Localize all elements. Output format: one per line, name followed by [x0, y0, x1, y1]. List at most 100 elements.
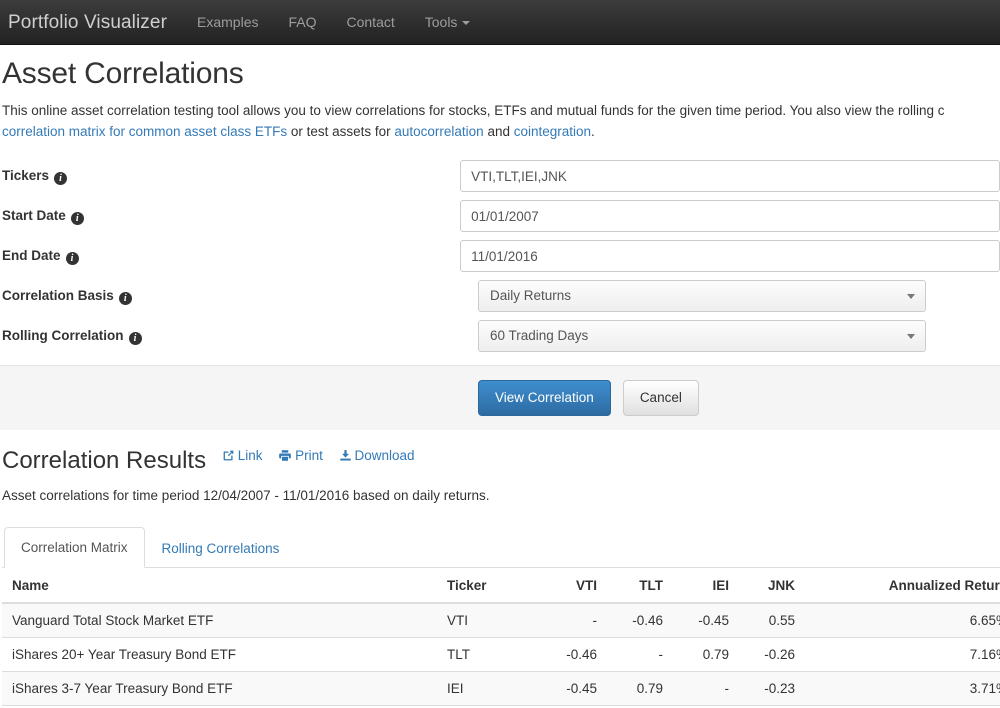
th-name: Name [2, 568, 439, 605]
external-link-icon [223, 450, 234, 461]
cell-jnk: -0.26 [737, 637, 803, 672]
intro-line-2: correlation matrix for common asset clas… [2, 121, 1000, 142]
nav-item-examples-label: Examples [197, 14, 259, 30]
nav-item-faq[interactable]: FAQ [273, 0, 331, 44]
link-cointegration[interactable]: cointegration [514, 124, 591, 139]
correlation-basis-select-wrap: Daily Returns [478, 280, 926, 312]
label-correlation-basis: Correlation Basis i [2, 288, 478, 305]
tab-rolling-correlations[interactable]: Rolling Correlations [145, 528, 297, 568]
results-tools: Link Print Download [222, 442, 427, 463]
rolling-correlation-select[interactable]: 60 Trading Days [478, 320, 926, 352]
cell-vti: -0.45 [539, 671, 605, 706]
table-row: Vanguard Total Stock Market ETF VTI - -0… [2, 602, 1000, 638]
form-row-start-date: Start Date i [0, 196, 1000, 236]
download-action[interactable]: Download [339, 448, 415, 463]
nav-item-examples[interactable]: Examples [182, 0, 273, 44]
cell-iei: - [671, 671, 737, 706]
cancel-button[interactable]: Cancel [622, 379, 699, 417]
form-actions: View Correlation Cancel [0, 365, 1000, 430]
form-row-correlation-basis: Correlation Basis i Daily Returns [0, 276, 1000, 316]
label-tickers-text: Tickers [2, 167, 50, 183]
label-rolling-correlation: Rolling Correlation i [2, 328, 478, 345]
cell-iei: 0.79 [671, 637, 737, 672]
results-tabs: Correlation Matrix Rolling Correlations [2, 527, 1000, 569]
cell-annualized-return: 3.71% [803, 671, 1000, 706]
nav-item-contact-label: Contact [346, 14, 395, 30]
cell-name: Vanguard Total Stock Market ETF [2, 602, 439, 638]
rolling-correlation-select-wrap: 60 Trading Days [478, 320, 926, 352]
table-row: iShares 3-7 Year Treasury Bond ETF IEI -… [2, 671, 1000, 706]
print-action[interactable]: Print [278, 448, 323, 463]
link-action[interactable]: Link [222, 447, 263, 463]
label-end-date-text: End Date [2, 247, 61, 263]
end-date-input[interactable] [460, 240, 1000, 272]
cell-ticker: IEI [439, 671, 539, 706]
th-jnk: JNK [737, 568, 803, 605]
info-icon-end-date[interactable]: i [65, 251, 79, 265]
cell-iei: -0.45 [671, 602, 737, 638]
link-autocorrelation[interactable]: autocorrelation [394, 124, 483, 139]
table-header-row: Name Ticker VTI TLT IEI JNK Annualized R… [2, 568, 1000, 605]
correlation-form: Tickers i Start Date i End Date i Correlati… [0, 156, 1000, 430]
table-body: Vanguard Total Stock Market ETF VTI - -0… [2, 602, 1000, 708]
form-row-end-date: End Date i [0, 236, 1000, 276]
label-rolling-correlation-text: Rolling Correlation [2, 327, 124, 343]
cell-tlt: - [605, 637, 671, 672]
table-row: iShares 20+ Year Treasury Bond ETF TLT -… [2, 637, 1000, 672]
view-correlation-button[interactable]: View Correlation [478, 379, 611, 417]
results-subtitle: Asset correlations for time period 12/04… [2, 488, 490, 504]
page-body: Asset Correlations This online asset cor… [0, 57, 1000, 708]
print-action-label: Print [295, 447, 323, 463]
page-title: Asset Correlations [2, 57, 244, 90]
cell-annualized-return: 7.16% [803, 637, 1000, 672]
brand-logo[interactable]: Portfolio Visualizer [0, 0, 182, 44]
intro-line-1: This online asset correlation testing to… [2, 103, 945, 118]
printer-icon [279, 449, 291, 461]
cell-annualized-return: 6.65% [803, 602, 1000, 638]
download-icon [339, 449, 351, 461]
nav-links: Examples FAQ Contact Tools [182, 0, 485, 44]
intro-text-and: and [483, 124, 514, 139]
info-icon-correlation-basis[interactable]: i [118, 291, 132, 305]
cell-name: iShares 20+ Year Treasury Bond ETF [2, 637, 439, 672]
th-iei: IEI [671, 568, 737, 605]
page-intro: This online asset correlation testing to… [2, 100, 1000, 142]
link-correlation-matrix-etfs[interactable]: correlation matrix for common asset clas… [2, 124, 287, 139]
results-title: Correlation Results [2, 447, 207, 474]
form-row-tickers: Tickers i [0, 156, 1000, 196]
cell-name: iShares 3-7 Year Treasury Bond ETF [2, 671, 439, 706]
cell-ticker: TLT [439, 637, 539, 672]
info-icon-start-date[interactable]: i [70, 211, 84, 225]
table-head: Name Ticker VTI TLT IEI JNK Annualized R… [2, 568, 1000, 605]
th-vti: VTI [539, 568, 605, 605]
label-correlation-basis-text: Correlation Basis [2, 287, 114, 303]
label-start-date: Start Date i [2, 208, 460, 225]
link-action-label: Link [237, 447, 263, 463]
correlation-basis-select[interactable]: Daily Returns [478, 280, 926, 312]
cell-vti: - [539, 602, 605, 638]
cell-jnk: -0.23 [737, 671, 803, 706]
chevron-down-icon [462, 21, 471, 26]
cell-tlt: -0.46 [605, 602, 671, 638]
tickers-input[interactable] [460, 160, 1000, 192]
info-icon-tickers[interactable]: i [54, 171, 68, 185]
top-navbar: Portfolio Visualizer Examples FAQ Contac… [0, 0, 1000, 45]
label-end-date: End Date i [2, 248, 460, 265]
info-icon-rolling-correlation[interactable]: i [128, 331, 142, 345]
th-annualized-return: Annualized Return [803, 568, 1000, 605]
intro-text-period: . [591, 124, 595, 139]
label-tickers: Tickers i [2, 168, 460, 185]
tab-correlation-matrix[interactable]: Correlation Matrix [4, 527, 145, 569]
start-date-input[interactable] [460, 200, 1000, 232]
nav-item-faq-label: FAQ [288, 14, 317, 30]
download-action-label: Download [354, 447, 415, 463]
nav-item-tools[interactable]: Tools [410, 0, 486, 44]
correlation-table: Name Ticker VTI TLT IEI JNK Annualized R… [2, 568, 1000, 708]
cell-jnk: 0.55 [737, 602, 803, 638]
th-tlt: TLT [605, 568, 671, 605]
cell-tlt: 0.79 [605, 671, 671, 706]
label-start-date-text: Start Date [2, 207, 66, 223]
cell-ticker: VTI [439, 602, 539, 638]
results-section: Correlation Results Link Print Download … [0, 430, 1000, 708]
nav-item-contact[interactable]: Contact [332, 0, 410, 44]
